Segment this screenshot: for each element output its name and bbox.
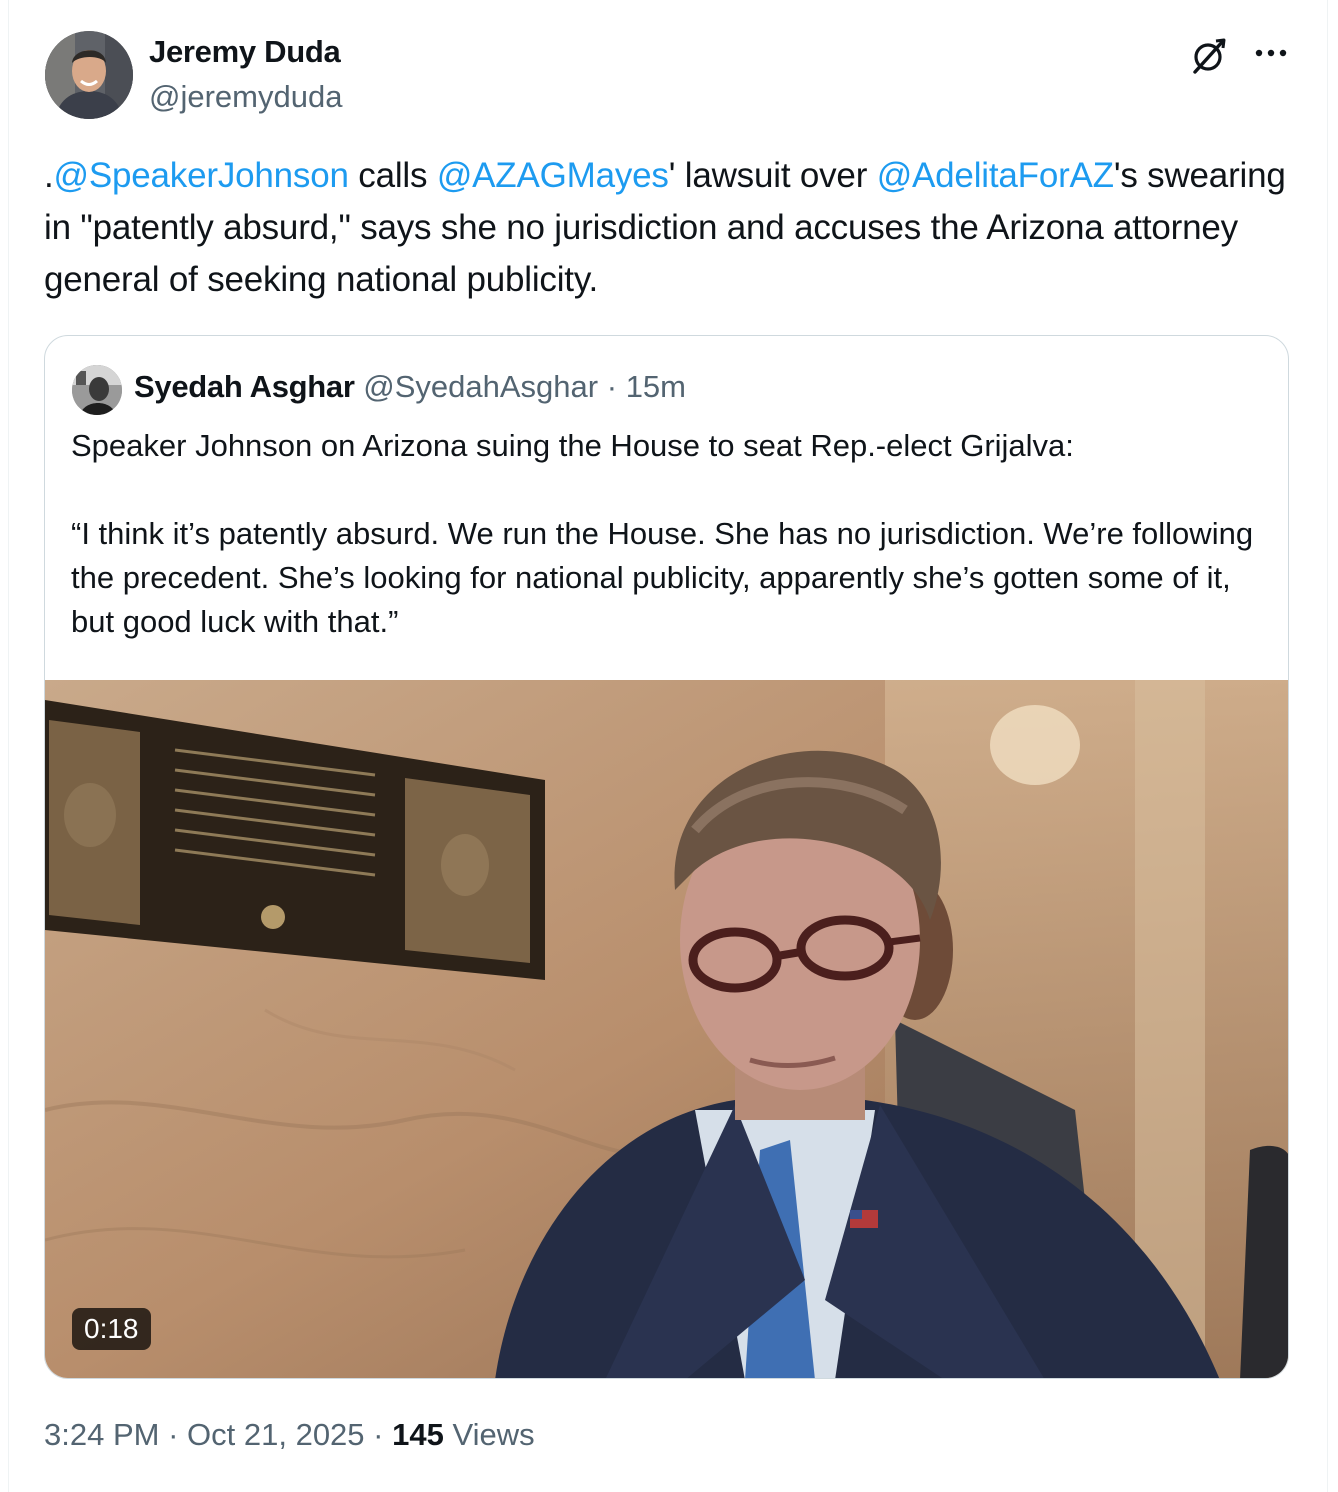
quoted-separator: ·	[606, 369, 618, 404]
quoted-text: Speaker Johnson on Arizona suing the Hou…	[71, 428, 1254, 639]
tweet-text-part1: calls	[348, 156, 437, 195]
quoted-author-name[interactable]: Syedah Asghar	[134, 369, 355, 404]
tweet-text-prefix: .	[44, 156, 54, 195]
tweet-meta: 3:24 PM · Oct 21, 2025 · 145 Views	[44, 1417, 535, 1453]
more-options-icon[interactable]	[1249, 36, 1293, 72]
tweet-text-part2: ' lawsuit over	[668, 156, 877, 195]
author-name[interactable]: Jeremy Duda	[149, 34, 341, 70]
author-avatar-image	[45, 31, 133, 119]
meta-separator-2: ·	[373, 1417, 384, 1452]
author-handle[interactable]: @jeremyduda	[149, 79, 342, 115]
quoted-timestamp[interactable]: 15m	[626, 369, 686, 404]
video-thumbnail	[45, 680, 1288, 1378]
grok-icon[interactable]	[1189, 36, 1229, 76]
tweet-text: .@SpeakerJohnson calls @AZAGMayes' lawsu…	[44, 150, 1294, 306]
quoted-header: Syedah Asghar @SyedahAsghar · 15m	[134, 369, 686, 405]
views-count: 145	[392, 1417, 444, 1452]
mention-speakerjohnson[interactable]: @SpeakerJohnson	[54, 156, 349, 195]
video-duration-badge: 0:18	[72, 1308, 151, 1350]
mention-adelitaforaz[interactable]: @AdelitaForAZ	[877, 156, 1114, 195]
views-label: Views	[452, 1417, 535, 1452]
quoted-tweet[interactable]: Syedah Asghar @SyedahAsghar · 15m Speake…	[44, 335, 1289, 1379]
author-avatar[interactable]	[45, 31, 133, 119]
tweet-date[interactable]: Oct 21, 2025	[187, 1417, 365, 1452]
meta-separator-1: ·	[168, 1417, 179, 1452]
tweet-time[interactable]: 3:24 PM	[44, 1417, 159, 1452]
quoted-video[interactable]: 0:18	[45, 680, 1288, 1378]
quoted-author-avatar[interactable]	[72, 365, 122, 415]
tweet-card: Jeremy Duda @jeremyduda .@SpeakerJohnson…	[8, 0, 1328, 1492]
quoted-author-handle[interactable]: @SyedahAsghar	[363, 369, 598, 404]
mention-azagmayes[interactable]: @AZAGMayes	[437, 156, 669, 195]
